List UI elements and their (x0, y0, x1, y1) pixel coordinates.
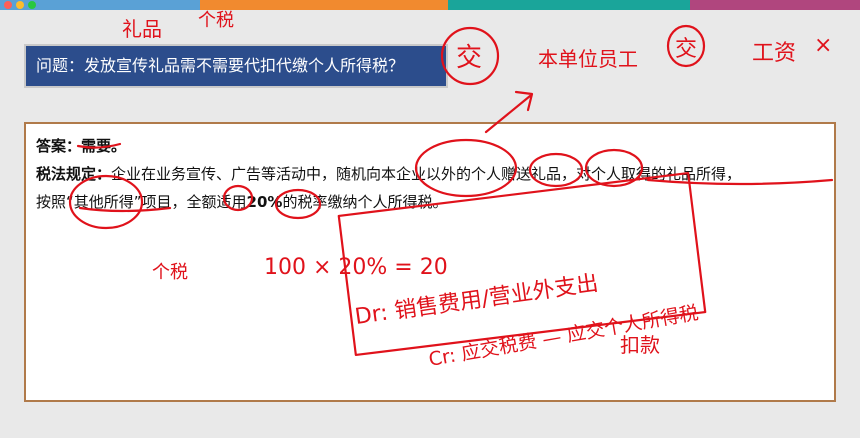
rule-rate: 20% (246, 193, 283, 211)
arrow-head (514, 90, 534, 112)
note-gift: 礼品 (122, 17, 162, 41)
circled-char-2: 交 (675, 37, 697, 62)
rule-line-1: 税法规定：企业在业务宣传、广告等活动中，随机向本企业以外的个人赠送礼品，对个人取… (36, 160, 824, 188)
answer-line: 答案：需要。 (36, 132, 824, 160)
note-salary: 工资 (752, 41, 796, 66)
rule-text-2a: 按照“其他所得”项目，全额适用 (36, 193, 247, 211)
maximize-button[interactable] (28, 1, 36, 9)
answer-box: 答案：需要。 税法规定：企业在业务宣传、广告等活动中，随机向本企业以外的个人赠送… (24, 122, 836, 402)
question-box: 问题：发放宣传礼品需不需要代扣代缴个人所得税？ (24, 44, 448, 88)
window-controls (4, 1, 36, 9)
circled-char-1: 交 (456, 43, 482, 73)
question-label: 问题： (36, 56, 85, 75)
circle-mark-1 (440, 26, 500, 86)
note-tax-top: 个税 (198, 10, 234, 31)
answer-value: 需要。 (81, 137, 127, 155)
accent-segment-teal (448, 0, 690, 10)
rule-line-2: 按照“其他所得”项目，全额适用20%的税率缴纳个人所得税。 (36, 188, 824, 216)
minimize-button[interactable] (16, 1, 24, 9)
rule-label: 税法规定： (36, 165, 112, 183)
accent-segment-magenta (690, 0, 860, 10)
circle-mark-2 (666, 24, 706, 68)
note-cross: × (814, 33, 832, 58)
rule-text-2b: 的税率缴纳个人所得税。 (282, 193, 448, 211)
accent-segment-orange (200, 0, 448, 10)
rule-text-1: 企业在业务宣传、广告等活动中，随机向本企业以外的个人赠送礼品，对个人取得的礼品所… (111, 165, 742, 183)
top-accent-bar (0, 0, 860, 10)
question-text: 发放宣传礼品需不需要代扣代缴个人所得税？ (84, 56, 405, 75)
answer-label: 答案： (36, 137, 82, 155)
close-button[interactable] (4, 1, 12, 9)
note-employee: 本单位员工 (538, 47, 638, 71)
